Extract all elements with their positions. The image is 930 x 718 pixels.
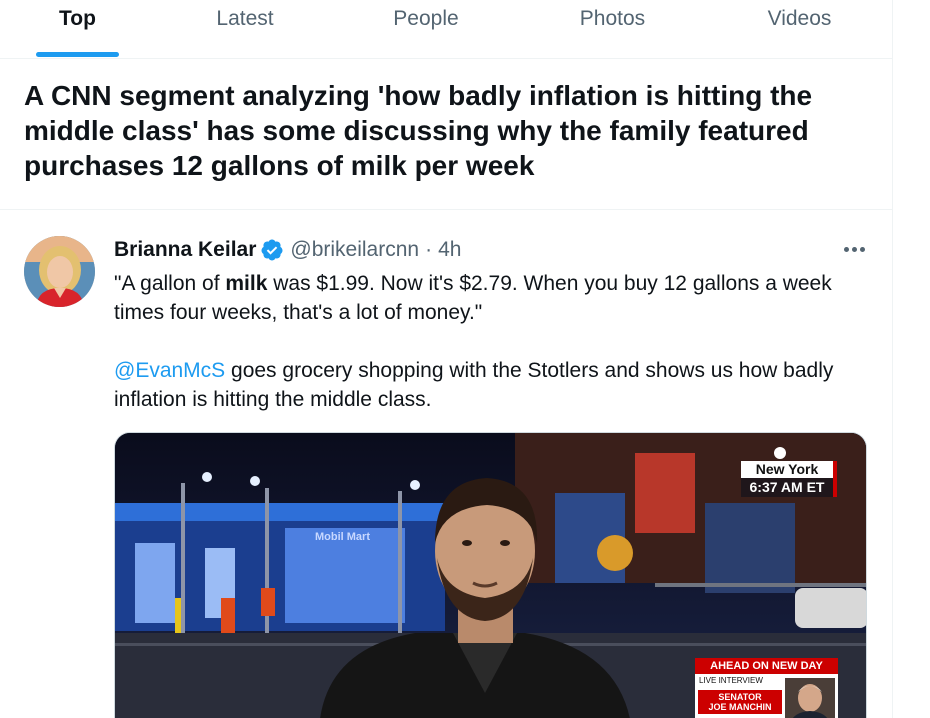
tab-videos-label: Videos <box>767 7 832 30</box>
promo-box: LIVE INTERVIEW SENATOR JOE MANCHIN <box>695 674 838 718</box>
tab-photos[interactable]: Photos <box>555 0 670 59</box>
right-gutter <box>893 0 930 718</box>
news-headline[interactable]: A CNN segment analyzing 'how badly infla… <box>24 78 874 183</box>
senator-title: SENATOR <box>718 692 762 702</box>
tweet-quote-start: "A gallon of <box>114 272 226 295</box>
senator-label: SENATOR JOE MANCHIN <box>698 690 782 714</box>
ahead-label: AHEAD ON NEW DAY <box>695 658 838 674</box>
tweet-timestamp[interactable]: 4h <box>438 238 461 262</box>
avatar[interactable] <box>24 236 95 307</box>
location-time-bug: New York 6:37 AM ET <box>741 461 837 497</box>
tab-latest[interactable]: Latest <box>190 0 300 59</box>
video-media[interactable]: Mobil Mart New York 6:37 AM ET AHEAD ON … <box>114 432 867 718</box>
tweet-text: "A gallon of milk was $1.99. Now it's $2… <box>114 269 854 414</box>
tab-photos-label: Photos <box>579 7 646 30</box>
author-name[interactable]: Brianna Keilar <box>114 238 256 262</box>
senator-name: JOE MANCHIN <box>708 702 772 712</box>
more-horizontal-icon[interactable] <box>838 236 870 262</box>
bug-city: New York <box>741 461 837 478</box>
mention-link[interactable]: @EvanMcS <box>114 359 225 382</box>
separator-dot: · <box>425 238 433 261</box>
ahead-promo: AHEAD ON NEW DAY LIVE INTERVIEW SENATOR … <box>695 658 838 718</box>
tweet-header: Brianna Keilar @brikeilarcnn · 4h <box>114 236 461 264</box>
tab-videos[interactable]: Videos <box>742 0 857 59</box>
tweet-paragraph-2: @EvanMcS goes grocery shopping with the … <box>114 356 854 414</box>
search-tabs: Top Latest People Photos Videos <box>0 0 893 59</box>
verified-badge-icon <box>261 239 283 261</box>
tab-top[interactable]: Top <box>36 0 119 59</box>
divider <box>0 209 893 210</box>
avatar-image <box>24 236 95 307</box>
tab-latest-label: Latest <box>216 7 274 30</box>
senator-photo <box>785 678 835 718</box>
live-label: LIVE INTERVIEW <box>699 676 763 685</box>
station-sign: Mobil Mart <box>315 531 370 543</box>
bug-time: 6:37 AM ET <box>741 478 837 497</box>
author-handle[interactable]: @brikeilarcnn <box>290 238 419 262</box>
search-results-page: Top Latest People Photos Videos A CNN se… <box>0 0 893 718</box>
tab-people-label: People <box>393 7 459 30</box>
highlighted-keyword: milk <box>225 272 268 295</box>
tab-people[interactable]: People <box>370 0 482 59</box>
active-tab-indicator <box>36 52 119 57</box>
tweet-paragraph-1: "A gallon of milk was $1.99. Now it's $2… <box>114 269 854 327</box>
